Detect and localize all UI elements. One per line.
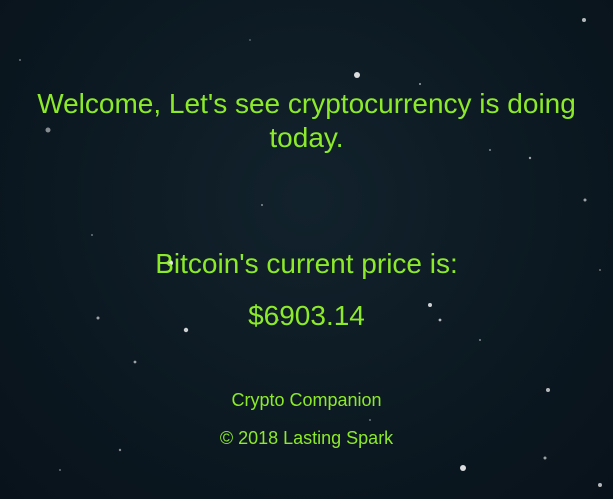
main-content: Welcome, Let's see cryptocurrency is doi… bbox=[0, 0, 613, 499]
footer-copyright: © 2018 Lasting Spark bbox=[219, 428, 394, 448]
footer-app-name: Crypto Companion bbox=[231, 390, 382, 410]
price-label: Bitcoin's current price is: bbox=[155, 248, 458, 279]
welcome-heading: Welcome, Let's see cryptocurrency is doi… bbox=[37, 88, 576, 153]
bitcoin-price-value: $6903.14 bbox=[248, 300, 365, 331]
